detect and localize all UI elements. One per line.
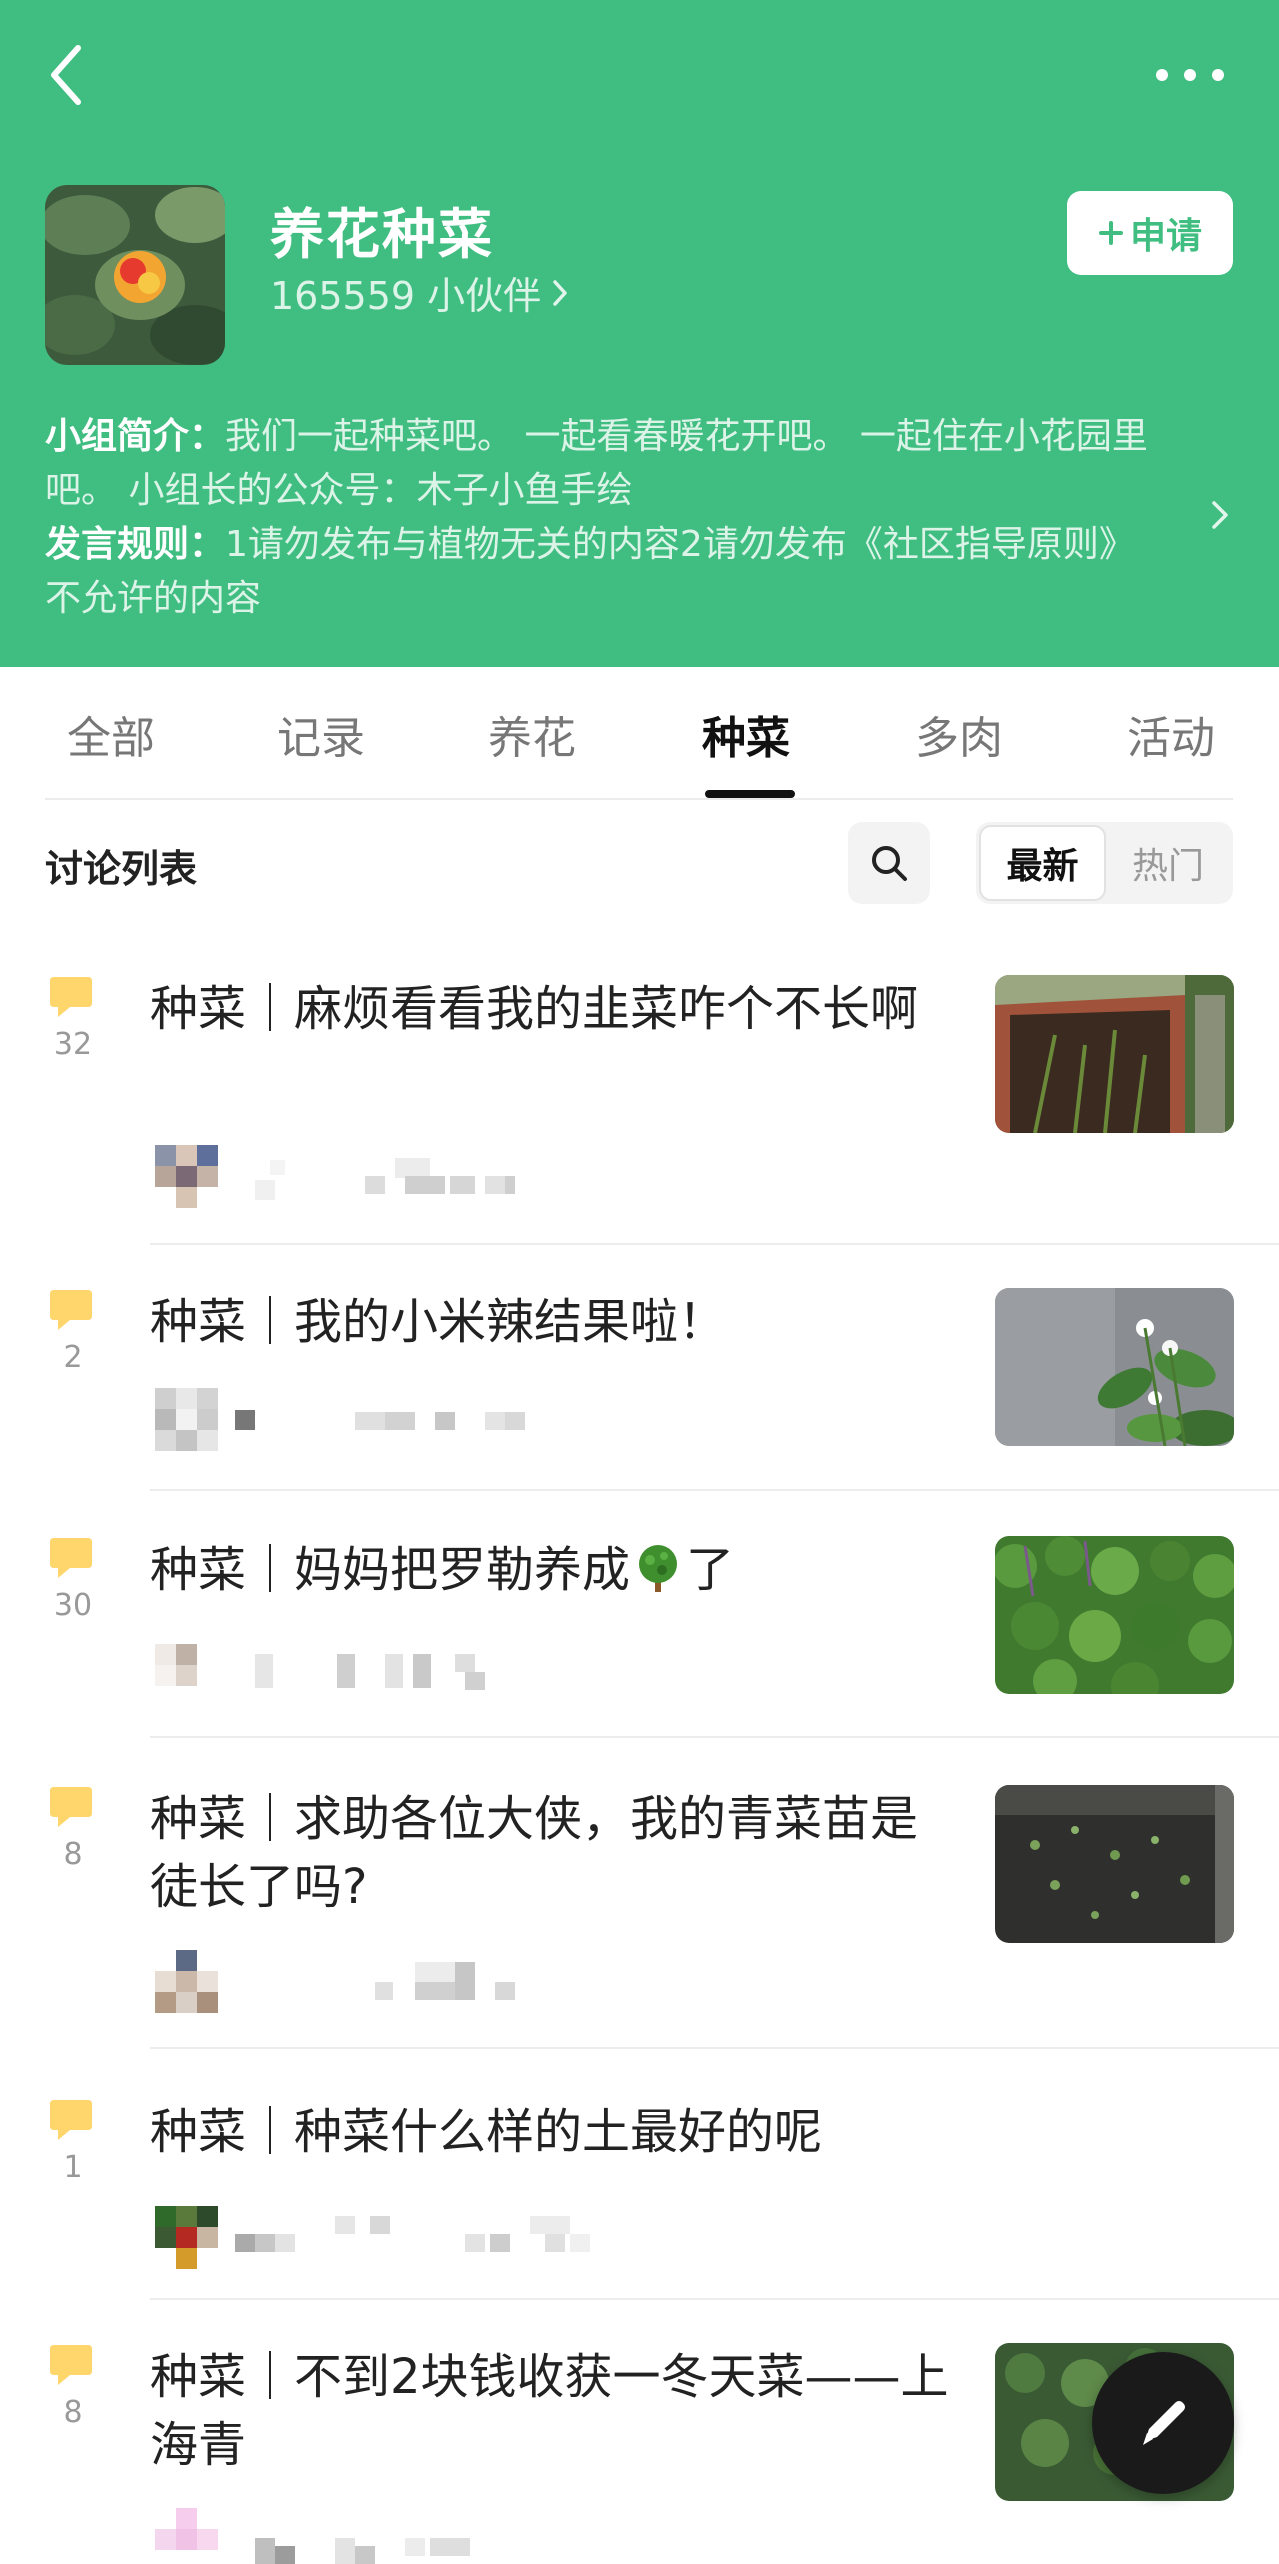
avatar (155, 1388, 218, 1451)
divider (150, 1736, 1279, 1738)
blurred-username (375, 1962, 515, 2000)
tab-succulents[interactable]: 多肉 (915, 668, 1003, 800)
post-title: 种菜｜种菜什么样的土最好的呢 (150, 2104, 823, 2160)
list-item[interactable]: 8 种菜｜求助各位大侠，我的青菜苗是徒长了吗? (0, 1785, 1279, 2035)
group-description[interactable]: 小组简介：我们一起种菜吧。 一起看春暖花开吧。 一起住在小花园里吧。 小组长的公… (45, 410, 1170, 626)
list-item[interactable]: 1 种菜｜种菜什么样的土最好的呢 (0, 2098, 1279, 2298)
group-name: 养花种菜 (270, 203, 494, 266)
comment-count: 2 (63, 1340, 83, 1375)
list-item[interactable]: 2 种菜｜我的小米辣结果啦！ (0, 1288, 1279, 1488)
divider (150, 2047, 1279, 2049)
post-title: 种菜｜麻烦看看我的韭菜咋个不长啊 (150, 981, 919, 1037)
discussion-list-title: 讨论列表 (45, 847, 198, 891)
post-title-text: 了 (686, 1542, 735, 1598)
join-button[interactable]: 申请 (1067, 191, 1233, 275)
sort-toggle: 最新 热门 (976, 822, 1233, 904)
chevron-right-icon (1212, 501, 1228, 529)
tab-flowers[interactable]: 养花 (488, 668, 576, 800)
tab-events[interactable]: 活动 (1127, 668, 1215, 800)
comment-count: 1 (63, 2150, 83, 2185)
category-tabs: 全部 记录 养花 种菜 多肉 活动 (45, 668, 1233, 800)
back-button[interactable] (40, 40, 100, 110)
avatar (155, 2206, 218, 2269)
search-button[interactable] (848, 822, 930, 904)
tree-icon (639, 1545, 678, 1592)
group-header: 养花种菜 165559 小伙伴 申请 小组简介：我们一起种菜吧。 一起看春暖花开… (0, 0, 1279, 667)
active-tab-indicator (705, 790, 795, 798)
list-item[interactable]: 30 种菜｜妈妈把罗勒养成 了 (0, 1536, 1279, 1736)
member-count: 165559 小伙伴 (270, 274, 542, 318)
comment-bubble-icon (50, 2345, 92, 2385)
comment-count: 8 (63, 1837, 83, 1872)
divider (150, 1489, 1279, 1491)
avatar (155, 2508, 218, 2550)
avatar (155, 1145, 218, 1208)
avatar (155, 1644, 197, 1686)
comment-bubble-icon (50, 1290, 92, 1330)
chevron-left-icon (51, 45, 81, 105)
blurred-username (235, 2216, 590, 2252)
pen-icon (1143, 2401, 1185, 2445)
description-expand[interactable] (1205, 495, 1235, 535)
more-button[interactable] (1150, 55, 1230, 95)
group-intro: 小组简介：我们一起种菜吧。 一起看春暖花开吧。 一起住在小花园里吧。 小组长的公… (45, 410, 1170, 518)
search-icon (872, 846, 907, 881)
comment-count: 30 (53, 1588, 93, 1623)
blurred-username (255, 2538, 470, 2564)
post-thumbnail (995, 1536, 1234, 1694)
post-title: 种菜｜不到2块钱收获一冬天菜——上海青 (150, 2349, 949, 2473)
rules-label: 发言规则： (45, 524, 226, 565)
sort-newest[interactable]: 最新 (979, 825, 1106, 901)
post-thumbnail (995, 1785, 1234, 1943)
plus-icon (1098, 221, 1123, 245)
divider (150, 2298, 1279, 2300)
group-cover-image (45, 185, 225, 365)
post-title: 种菜｜妈妈把罗勒养成 了 (150, 1536, 950, 1604)
comment-bubble-icon (50, 2100, 92, 2140)
more-dots-icon (1156, 69, 1224, 81)
tab-records[interactable]: 记录 (277, 668, 365, 800)
list-item[interactable]: 32 种菜｜麻烦看看我的韭菜咋个不长啊 (0, 975, 1279, 1225)
comment-bubble-icon (50, 1538, 92, 1578)
comment-bubble-icon (50, 977, 92, 1017)
tab-vegetables[interactable]: 种菜 (702, 668, 790, 800)
compose-button[interactable] (1092, 2352, 1234, 2494)
blurred-username (255, 1158, 515, 1200)
post-thumbnail (995, 975, 1234, 1133)
member-count-link[interactable]: 165559 小伙伴 (270, 265, 569, 320)
chevron-right-icon (553, 279, 567, 306)
sort-hot[interactable]: 热门 (1106, 825, 1230, 901)
blurred-username (235, 1410, 525, 1430)
intro-label: 小组简介： (45, 416, 226, 457)
post-title-text: 种菜｜妈妈把罗勒养成 (150, 1542, 631, 1598)
post-thumbnail (995, 1288, 1234, 1446)
blurred-username (255, 1654, 485, 1690)
comment-bubble-icon (50, 1787, 92, 1827)
group-rules: 发言规则：1请勿发布与植物无关的内容2请勿发布《社区指导原则》不允许的内容 (45, 518, 1170, 626)
tab-all[interactable]: 全部 (67, 668, 155, 800)
post-title: 种菜｜求助各位大侠，我的青菜苗是徒长了吗? (150, 1791, 919, 1915)
comment-count: 32 (53, 1027, 93, 1062)
join-label: 申请 (1129, 216, 1202, 257)
list-item[interactable]: 8 种菜｜不到2块钱收获一冬天菜——上海青 (0, 2343, 1279, 2564)
comment-count: 8 (63, 2395, 83, 2430)
divider (150, 1243, 1279, 1245)
post-title: 种菜｜我的小米辣结果啦！ (150, 1294, 727, 1350)
avatar (155, 1950, 218, 2013)
